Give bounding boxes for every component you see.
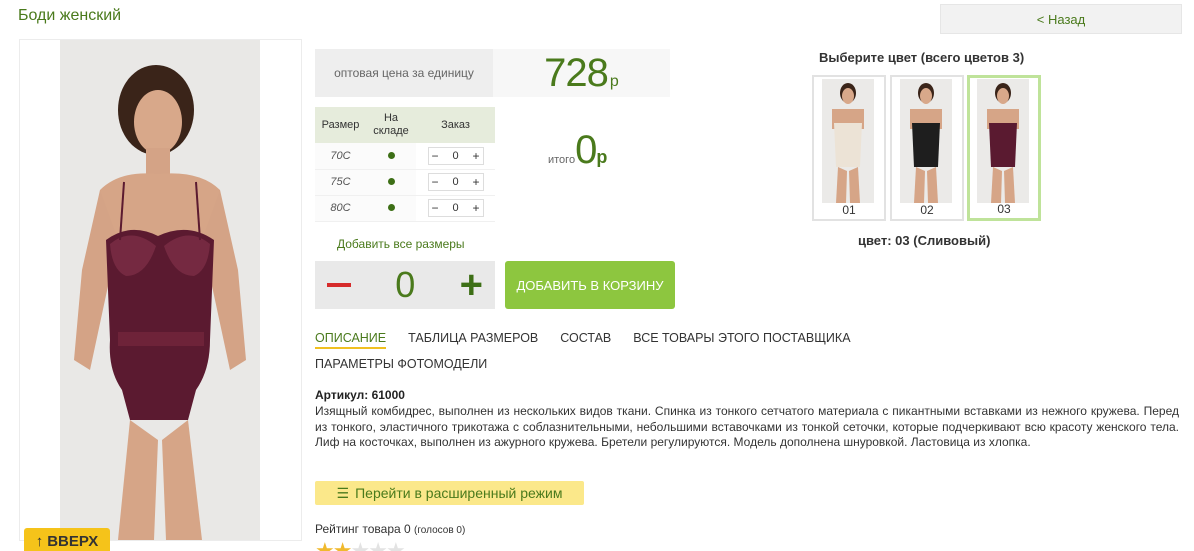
order-cell: − 0 + xyxy=(416,169,495,196)
total-value: 0 xyxy=(575,128,597,172)
size-cell: 75C xyxy=(315,169,366,196)
tab-model-params[interactable]: ПАРАМЕТРЫ ФОТОМОДЕЛИ xyxy=(315,357,487,371)
in-stock-dot-icon xyxy=(387,204,395,211)
color-number: 01 xyxy=(842,203,856,217)
main-quantity-value[interactable]: 0 xyxy=(395,264,415,306)
size-table: Размер На складе Заказ 70C − 0 + 75C − 0… xyxy=(315,107,495,222)
quantity-value[interactable]: 0 xyxy=(452,150,458,162)
total-label: итого xyxy=(548,154,576,166)
in-stock-dot-icon xyxy=(387,151,395,159)
main-quantity-stepper: 0 + xyxy=(315,261,495,309)
plus-button[interactable]: + xyxy=(472,201,479,215)
model-photo-illustration xyxy=(60,40,260,540)
color-swatch-01[interactable]: 01 xyxy=(812,75,886,221)
tab-composition[interactable]: СОСТАВ xyxy=(560,331,611,349)
quantity-stepper: − 0 + xyxy=(427,173,484,191)
total-currency: р xyxy=(596,147,608,167)
color-swatch-03[interactable]: 03 xyxy=(967,75,1041,221)
plus-button[interactable]: + xyxy=(472,149,479,163)
order-header: Заказ xyxy=(416,107,495,143)
advanced-mode-label: Перейти в расширенный режим xyxy=(355,485,563,501)
stock-cell xyxy=(366,195,416,222)
color-thumbnail xyxy=(822,79,874,203)
rating-label: Рейтинг товара 0 xyxy=(315,522,411,536)
product-rating: Рейтинг товара 0 (голосов 0) xyxy=(315,522,465,536)
tab-size-chart[interactable]: ТАБЛИЦА РАЗМЕРОВ xyxy=(408,331,538,349)
table-row: 75C − 0 + xyxy=(315,169,495,196)
minus-button[interactable]: − xyxy=(432,201,439,215)
color-thumbnail xyxy=(977,79,1029,203)
plus-button[interactable]: + xyxy=(472,175,479,189)
order-cell: − 0 + xyxy=(416,195,495,222)
minus-button[interactable]: − xyxy=(432,175,439,189)
main-product-photo-frame[interactable] xyxy=(19,39,302,541)
quantity-stepper: − 0 + xyxy=(427,146,484,165)
page-title: Боди женский xyxy=(18,7,122,24)
stock-cell xyxy=(366,169,416,196)
advanced-mode-button[interactable]: ☰ Перейти в расширенный режим xyxy=(315,481,584,505)
star-icon[interactable]: ★ xyxy=(386,538,406,551)
order-cell: − 0 + xyxy=(416,143,495,170)
decrease-quantity-button[interactable] xyxy=(327,283,351,287)
table-row: 70C − 0 + xyxy=(315,143,495,170)
selected-color-label: цвет: 03 (Сливовый) xyxy=(858,233,991,248)
color-thumbnail xyxy=(900,79,952,203)
quantity-value[interactable]: 0 xyxy=(452,202,458,214)
price-currency: р xyxy=(609,73,619,90)
color-number: 02 xyxy=(920,203,934,217)
arrow-up-icon: ↑ xyxy=(35,532,44,550)
size-cell: 70C xyxy=(315,143,366,170)
main-product-photo[interactable] xyxy=(60,40,260,540)
price-label: оптовая цена за единицу xyxy=(315,49,493,97)
price-box: 728 р xyxy=(493,49,670,97)
table-row: 80C − 0 + xyxy=(315,195,495,222)
product-tabs: ОПИСАНИЕ ТАБЛИЦА РАЗМЕРОВ СОСТАВ ВСЕ ТОВ… xyxy=(315,331,851,349)
increase-quantity-button[interactable]: + xyxy=(460,265,483,305)
in-stock-dot-icon xyxy=(387,178,395,185)
size-header: Размер xyxy=(315,107,366,143)
scroll-up-label: ВВЕРХ xyxy=(47,532,99,550)
rating-stars[interactable]: ★★★★★ xyxy=(315,538,406,551)
price-value: 728 xyxy=(544,50,609,95)
add-to-cart-button[interactable]: ДОБАВИТЬ В КОРЗИНУ xyxy=(505,261,675,309)
back-button[interactable]: < Назад xyxy=(940,4,1182,34)
color-picker-title: Выберите цвет (всего цветов 3) xyxy=(819,50,1025,65)
list-icon: ☰ xyxy=(336,484,350,501)
star-icon[interactable]: ★ xyxy=(368,538,388,551)
stock-cell xyxy=(366,143,416,170)
quantity-value[interactable]: 0 xyxy=(452,176,458,188)
color-number: 03 xyxy=(997,202,1011,216)
product-sku: Артикул: 61000 xyxy=(315,388,405,402)
tab-description[interactable]: ОПИСАНИЕ xyxy=(315,331,387,349)
minus-button[interactable]: − xyxy=(432,149,439,163)
stock-header: На складе xyxy=(366,107,416,143)
star-icon[interactable]: ★ xyxy=(350,538,370,551)
product-description: Изящный комбидрес, выполнен из нескольки… xyxy=(315,404,1179,449)
rating-votes: (голосов 0) xyxy=(414,525,466,536)
add-all-sizes-link[interactable]: Добавить все размеры xyxy=(337,237,465,251)
order-total: итого 0 р xyxy=(548,128,607,173)
star-icon[interactable]: ★ xyxy=(315,538,335,551)
color-swatch-02[interactable]: 02 xyxy=(890,75,964,221)
tab-supplier-products[interactable]: ВСЕ ТОВАРЫ ЭТОГО ПОСТАВЩИКА xyxy=(633,331,850,349)
star-icon[interactable]: ★ xyxy=(333,538,353,551)
scroll-up-button[interactable]: ↑ ВВЕРХ xyxy=(24,528,110,551)
size-cell: 80C xyxy=(315,195,366,222)
quantity-stepper: − 0 + xyxy=(427,199,484,217)
